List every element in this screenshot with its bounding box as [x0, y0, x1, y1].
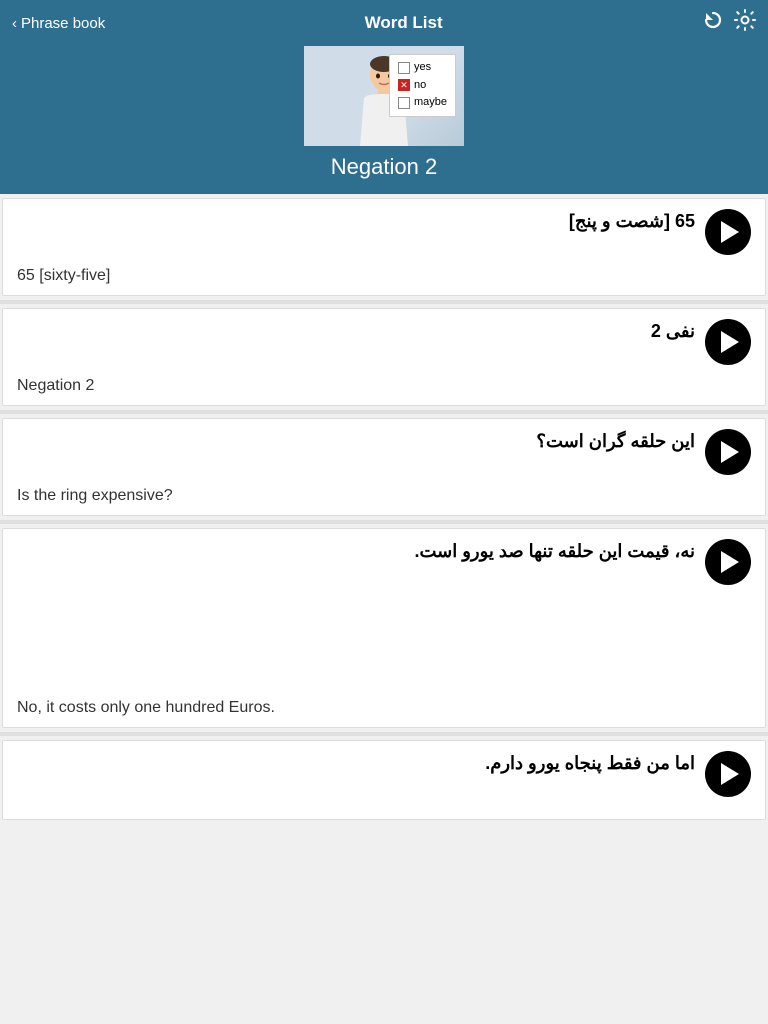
checkbox-yes-label: yes: [414, 59, 431, 77]
card-negation2-english: Negation 2: [17, 373, 751, 395]
card-65-top: 65 [شصت و پنج]: [17, 209, 751, 255]
page-title: Word List: [105, 13, 702, 33]
card-ring-question: این حلقه گران است؟ Is the ring expensive…: [2, 418, 766, 516]
card-negation2: نفی 2 Negation 2: [2, 308, 766, 406]
card-ring-answer-english: No, it costs only one hundred Euros.: [17, 639, 751, 717]
checkbox-yes: yes: [398, 59, 447, 77]
play-icon: [721, 331, 739, 353]
hero-title: Negation 2: [331, 154, 437, 180]
divider-2: [0, 410, 768, 414]
card-65-english: 65 [sixty-five]: [17, 263, 751, 285]
play-icon: [721, 441, 739, 463]
divider-4: [0, 732, 768, 736]
card-fifty: اما من فقط پنجاه یورو دارم.: [2, 740, 766, 820]
checkbox-maybe-box: [398, 97, 410, 109]
checkbox-yes-box: [398, 62, 410, 74]
back-chevron-icon: ‹: [12, 15, 17, 32]
card-65: 65 [شصت و پنج] 65 [sixty-five]: [2, 198, 766, 296]
checkbox-no-label: no: [414, 77, 426, 95]
play-icon: [721, 221, 739, 243]
card-negation2-top: نفی 2: [17, 319, 751, 365]
checkbox-maybe: maybe: [398, 94, 447, 112]
checkbox-no-box: ✕: [398, 79, 410, 91]
card-ring-question-play-button[interactable]: [705, 429, 751, 475]
card-ring-answer-arabic: نه، قیمت این حلقه تنها صد یورو است.: [17, 539, 695, 562]
checkbox-maybe-label: maybe: [414, 94, 447, 112]
back-button[interactable]: ‹ Phrase book: [12, 15, 105, 32]
card-fifty-play-button[interactable]: [705, 751, 751, 797]
card-ring-question-top: این حلقه گران است؟: [17, 429, 751, 475]
back-label: Phrase book: [21, 15, 105, 32]
checkbox-overlay: yes ✕ no maybe: [389, 54, 456, 117]
card-fifty-top: اما من فقط پنجاه یورو دارم.: [17, 751, 751, 797]
hero-section: yes ✕ no maybe Negation 2: [0, 46, 768, 194]
card-fifty-arabic: اما من فقط پنجاه یورو دارم.: [17, 751, 695, 774]
header-icons: [702, 9, 756, 37]
card-ring-answer-top: نه، قیمت این حلقه تنها صد یورو است.: [17, 539, 751, 585]
refresh-icon: [702, 9, 724, 31]
card-negation2-play-button[interactable]: [705, 319, 751, 365]
card-negation2-arabic: نفی 2: [17, 319, 695, 342]
settings-icon: [734, 9, 756, 31]
divider-3: [0, 520, 768, 524]
play-icon: [721, 551, 739, 573]
card-ring-answer: نه، قیمت این حلقه تنها صد یورو است. No, …: [2, 528, 766, 728]
play-icon: [721, 763, 739, 785]
card-65-play-button[interactable]: [705, 209, 751, 255]
card-ring-question-arabic: این حلقه گران است؟: [17, 429, 695, 452]
checkbox-no: ✕ no: [398, 77, 447, 95]
hero-image: yes ✕ no maybe: [304, 46, 464, 146]
card-ring-answer-play-button[interactable]: [705, 539, 751, 585]
app-header: ‹ Phrase book Word List: [0, 0, 768, 46]
card-ring-question-english: Is the ring expensive?: [17, 483, 751, 505]
card-65-arabic: 65 [شصت و پنج]: [17, 209, 695, 232]
settings-button[interactable]: [734, 9, 756, 37]
divider-1: [0, 300, 768, 304]
refresh-button[interactable]: [702, 9, 724, 37]
